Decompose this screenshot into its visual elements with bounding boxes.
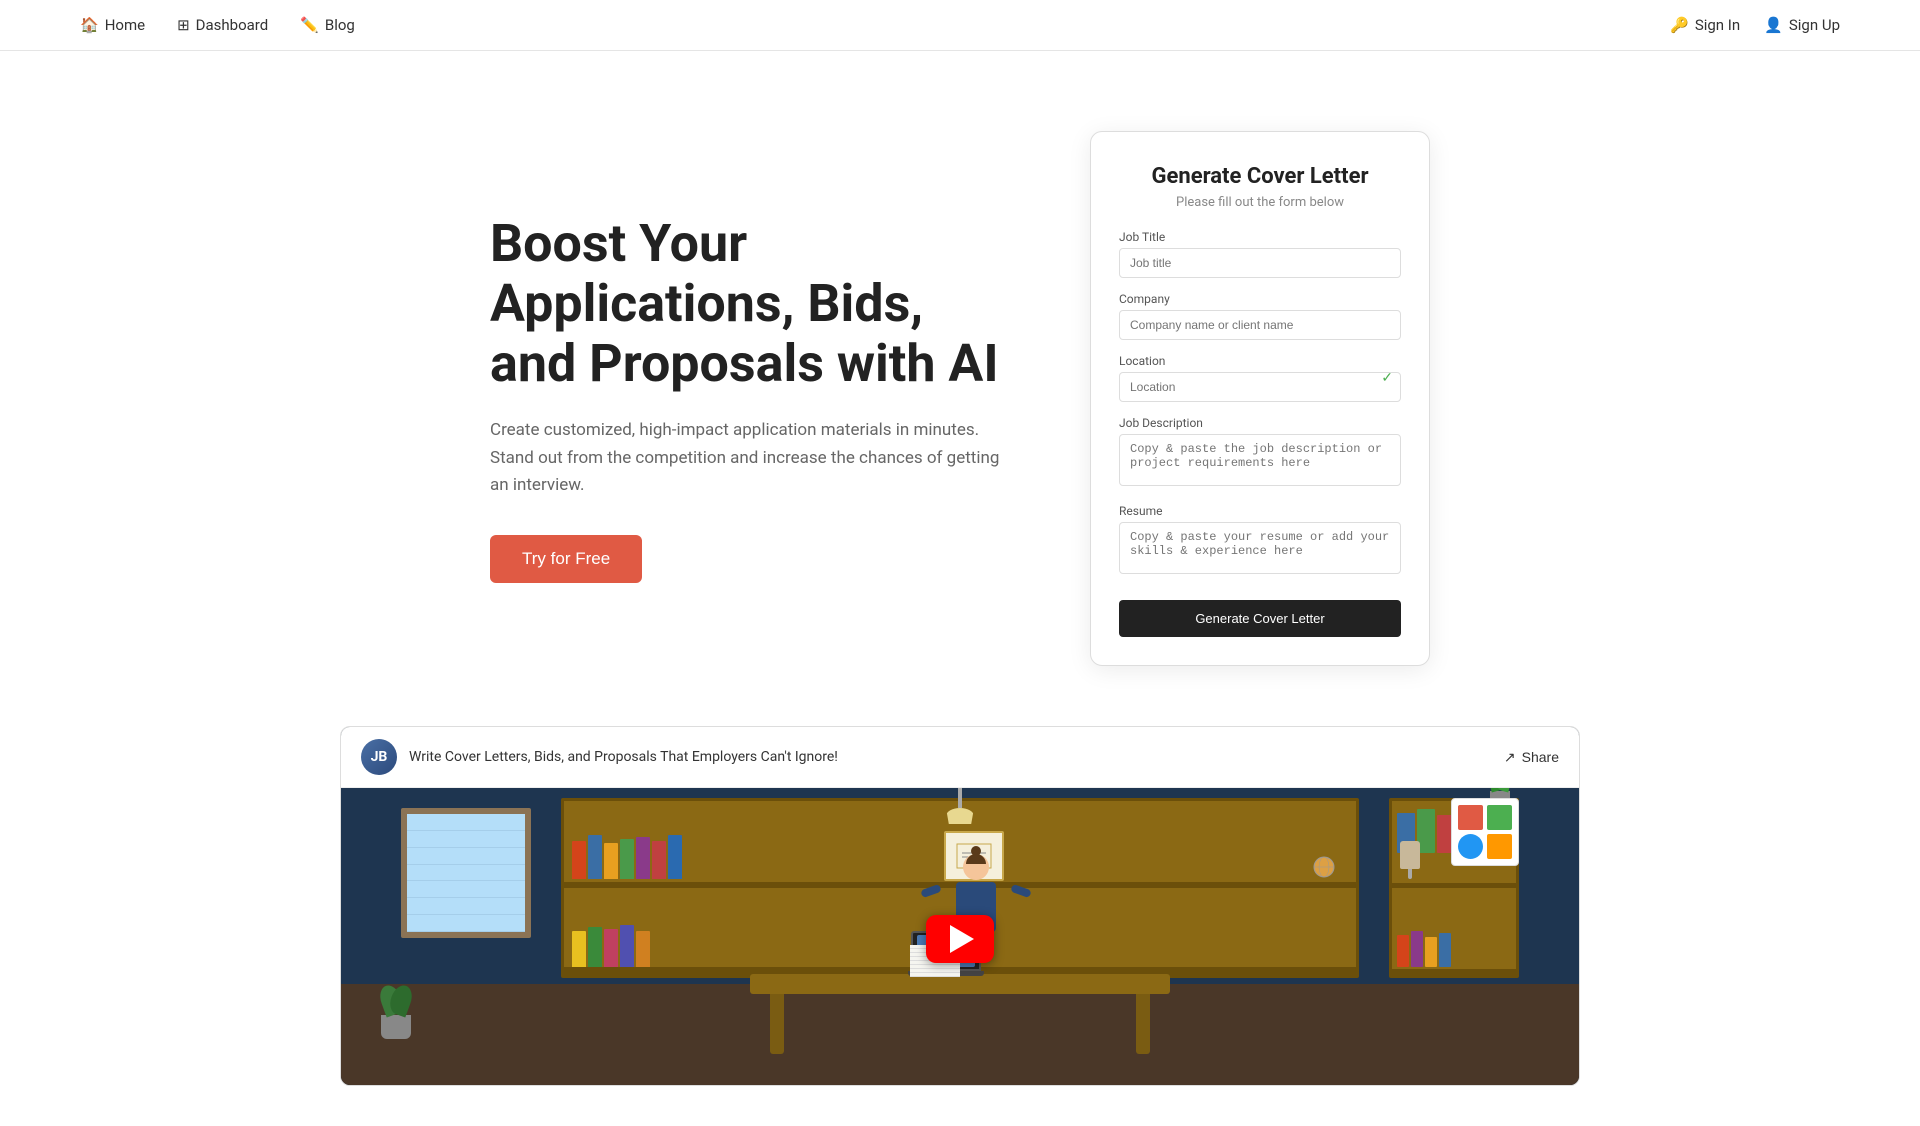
video-section: JB Write Cover Letters, Bids, and Propos… — [260, 726, 1660, 1126]
blind-strip — [407, 865, 525, 882]
job-description-field: Job Description — [1119, 416, 1401, 490]
hero-title: Boost Your Applications, Bids, and Propo… — [490, 214, 1010, 393]
nav-signin[interactable]: 🔑 Sign In — [1670, 16, 1740, 34]
video-title: Write Cover Letters, Bids, and Proposals… — [409, 749, 838, 765]
signin-icon: 🔑 — [1670, 16, 1689, 34]
job-title-input[interactable] — [1119, 248, 1401, 278]
scene-plant — [381, 985, 411, 1039]
location-field: Location ✓ — [1119, 354, 1401, 402]
resume-field: Resume — [1119, 504, 1401, 578]
job-description-input[interactable] — [1119, 434, 1401, 486]
dashboard-icon: ⊞ — [177, 16, 190, 34]
form-card-subtitle: Please fill out the form below — [1119, 195, 1401, 210]
window-blinds — [407, 814, 525, 932]
video-share-button[interactable]: ↗ Share — [1504, 749, 1559, 766]
nav-blog[interactable]: ✏️ Blog — [300, 16, 355, 34]
nav-home[interactable]: 🏠 Home — [80, 16, 145, 34]
signup-icon: 👤 — [1764, 16, 1783, 34]
nav-auth: 🔑 Sign In 👤 Sign Up — [1670, 16, 1840, 34]
job-title-field: Job Title — [1119, 230, 1401, 278]
resume-label: Resume — [1119, 504, 1401, 518]
books-top — [572, 835, 682, 879]
company-label: Company — [1119, 292, 1401, 306]
location-input[interactable] — [1119, 372, 1401, 402]
scene-desk — [750, 974, 1170, 994]
channel-avatar: JB — [361, 739, 397, 775]
nav-dashboard[interactable]: ⊞ Dashboard — [177, 16, 268, 34]
nav-signup[interactable]: 👤 Sign Up — [1764, 16, 1840, 34]
hero-text: Boost Your Applications, Bids, and Propo… — [490, 214, 1010, 583]
desk-leg-right — [1136, 994, 1150, 1054]
company-input[interactable] — [1119, 310, 1401, 340]
share-icon: ↗ — [1504, 749, 1516, 766]
scene-window — [401, 808, 531, 938]
books-bottom — [572, 925, 650, 967]
cta-button[interactable]: Try for Free — [490, 535, 642, 583]
blind-strip — [407, 898, 525, 915]
blind-strip — [407, 831, 525, 848]
blog-icon: ✏️ — [300, 16, 319, 34]
video-play-button[interactable] — [926, 915, 994, 963]
video-wrapper: JB Write Cover Letters, Bids, and Propos… — [340, 726, 1580, 1086]
job-title-label: Job Title — [1119, 230, 1401, 244]
video-top-bar: JB Write Cover Letters, Bids, and Propos… — [341, 727, 1579, 788]
blind-strip — [407, 814, 525, 831]
home-icon: 🏠 — [80, 16, 99, 34]
navbar: 🏠 Home ⊞ Dashboard ✏️ Blog 🔑 Sign In 👤 S… — [0, 0, 1920, 51]
video-channel-info: JB Write Cover Letters, Bids, and Propos… — [361, 739, 838, 775]
job-description-label: Job Description — [1119, 416, 1401, 430]
card-grid — [1452, 799, 1518, 865]
person-head — [963, 854, 989, 880]
company-field: Company — [1119, 292, 1401, 340]
location-check-icon: ✓ — [1381, 370, 1393, 386]
plant-leaves — [381, 985, 411, 1015]
location-label: Location — [1119, 354, 1401, 368]
hero-subtitle: Create customized, high-impact applicati… — [490, 417, 1010, 499]
cover-letter-form-card: Generate Cover Letter Please fill out th… — [1090, 131, 1430, 666]
desk-leg-left — [770, 994, 784, 1054]
diffuser — [1400, 841, 1420, 879]
blind-strip — [407, 915, 525, 932]
person-bun — [971, 846, 981, 856]
form-card-title: Generate Cover Letter — [1119, 164, 1401, 189]
hero-section: Boost Your Applications, Bids, and Propo… — [260, 51, 1660, 726]
play-triangle-icon — [950, 925, 974, 953]
blind-strip — [407, 848, 525, 865]
generate-button[interactable]: Generate Cover Letter — [1119, 600, 1401, 637]
books-right-bottom — [1397, 931, 1451, 967]
plant-pot — [381, 1015, 411, 1039]
blind-strip — [407, 881, 525, 898]
globe-object — [1312, 855, 1336, 879]
nav-links: 🏠 Home ⊞ Dashboard ✏️ Blog — [80, 16, 355, 34]
video-scene — [341, 788, 1579, 1086]
scene-lamp — [946, 788, 974, 824]
scene-top-right-card — [1451, 798, 1519, 866]
scene-floor — [341, 984, 1579, 1086]
resume-input[interactable] — [1119, 522, 1401, 574]
